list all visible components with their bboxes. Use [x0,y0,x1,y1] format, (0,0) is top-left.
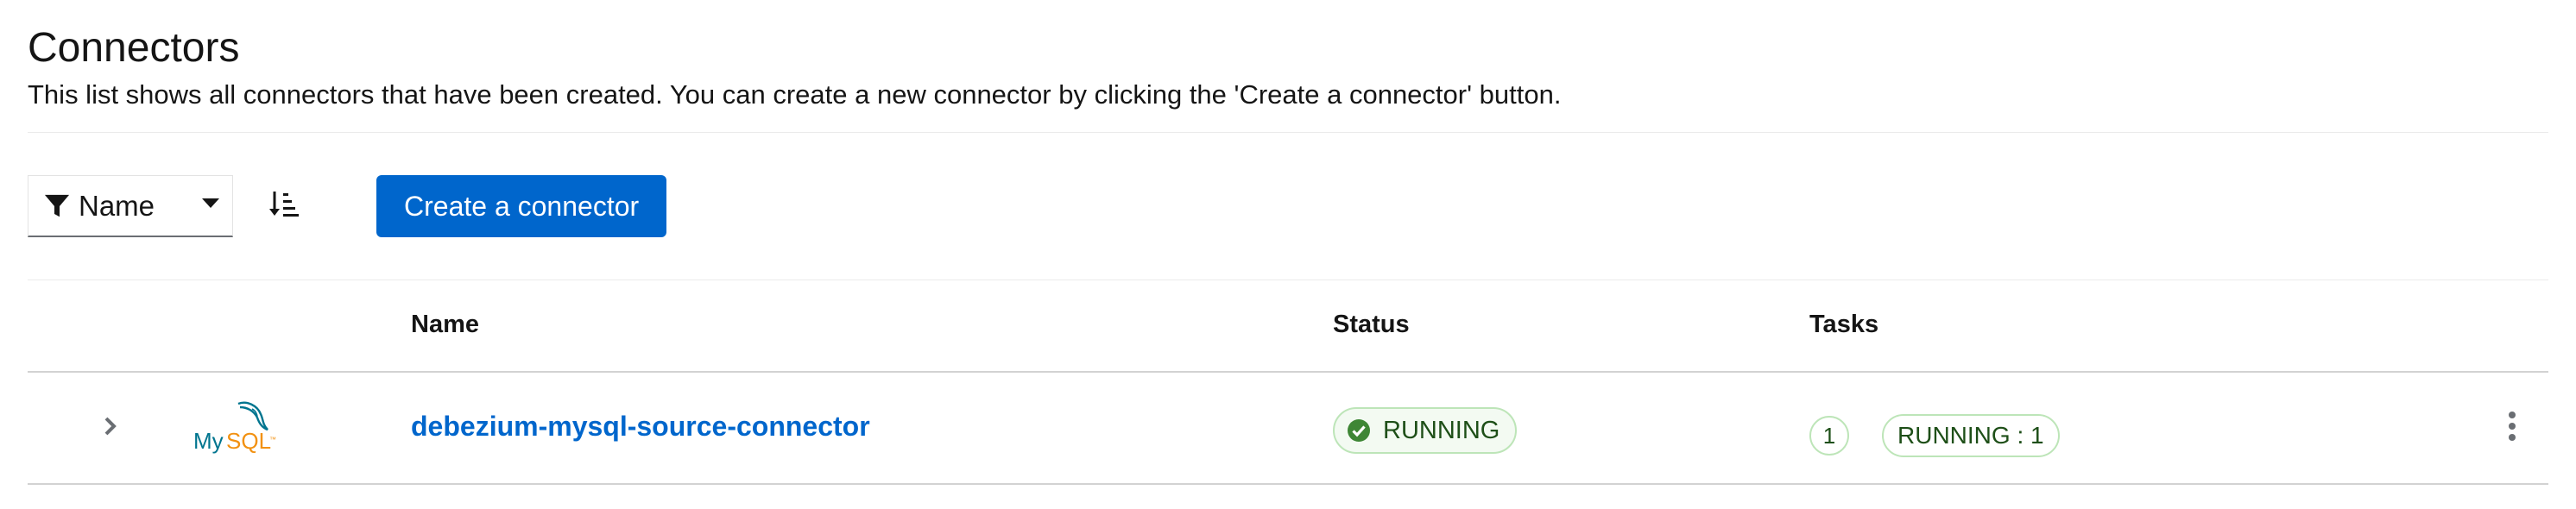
status-badge: RUNNING [1333,407,1518,454]
toolbar: Name Create a connector [28,174,667,238]
page-title: Connectors [28,25,240,71]
task-status-badge: RUNNING : 1 [1882,414,2060,457]
filter-select-label: Name [79,189,155,222]
connector-name-link[interactable]: debezium-mysql-source-connector [411,411,870,443]
mysql-logo-text-sql: SQL [226,428,271,454]
sort-amount-down-icon [268,190,300,223]
column-header-name: Name [411,311,479,338]
caret-down-icon [201,198,220,214]
filter-icon [44,193,70,219]
create-connector-button[interactable]: Create a connector [376,175,667,237]
table-row: My SQL ™ debezium-mysql-source-connector… [28,373,2548,485]
row-actions-button[interactable] [2495,407,2529,449]
table-header: Name Status Tasks [28,281,2548,373]
mysql-logo-text-my: My [193,428,224,454]
filter-attribute-select[interactable]: Name [28,175,233,237]
task-count-badge: 1 [1809,416,1849,456]
mysql-logo: My SQL ™ [180,397,283,459]
chevron-right-icon [104,416,117,441]
page-description: This list shows all connectors that have… [28,79,1562,110]
column-header-status: Status [1333,311,1410,338]
status-label: RUNNING [1383,416,1500,444]
connectors-page: Connectors This list shows all connector… [0,0,2576,509]
page-header: Connectors This list shows all connector… [28,0,2548,112]
kebab-menu-icon [2508,411,2516,446]
row-expand-toggle[interactable] [90,407,131,449]
header-divider [28,132,2548,133]
check-circle-icon [1347,418,1371,443]
sort-button[interactable] [261,183,307,229]
column-header-tasks: Tasks [1809,311,1879,338]
svg-text:™: ™ [269,436,276,443]
